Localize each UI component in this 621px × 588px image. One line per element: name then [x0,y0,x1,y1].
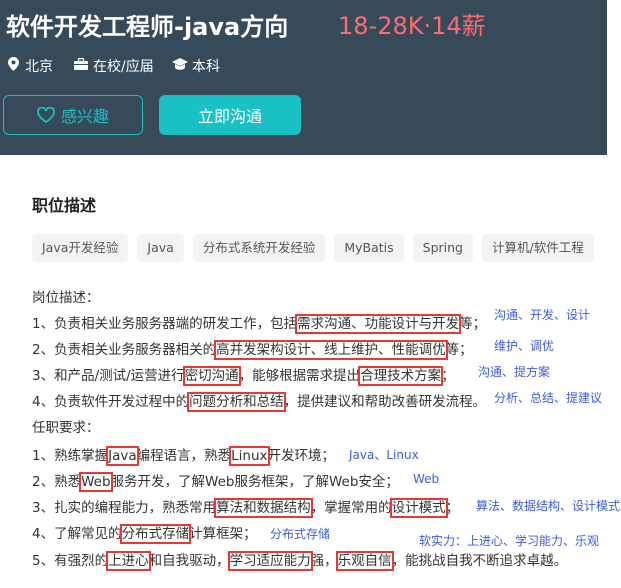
highlight: 上进心 [106,551,151,571]
annotation-note: 分布式存储 [270,527,331,541]
skill-tag[interactable]: 计算机/软件工程 [481,234,594,262]
interest-button[interactable]: 感兴趣 [3,95,143,135]
annotation-note: Web [413,472,440,486]
job-header: 软件开发工程师-java方向 18-28K·14薪 北京 在校/应届 本科 感兴… [0,0,607,155]
skill-tag[interactable]: Java [137,234,184,262]
status-meta: 在校/应届 [73,56,154,76]
annotation-note: 分析、总结、提建议 [494,391,603,405]
heart-icon [37,107,55,123]
right-gutter [607,0,621,574]
highlight: 学习适应能力 [227,551,313,571]
annotation-note: 沟通、开发、设计 [494,308,591,322]
skill-tag[interactable]: Spring [412,234,473,262]
req-line-3: 3、扎实的编程能力，熟悉常用算法和数据结构，掌握常用的设计模式； [32,498,460,518]
annotation-note: 维护、调优 [494,339,555,353]
skill-tag[interactable]: MyBatis [334,234,404,262]
desc-line-1: 1、负责相关业务服务器端的研发工作，包括需求沟通、功能设计与开发等； [32,314,487,334]
job-title: 软件开发工程师-java方向 [6,13,289,41]
highlight: 密切沟通 [182,366,241,386]
skill-tags: Java开发经验 Java 分布式系统开发经验 MyBatis Spring 计… [32,234,603,262]
req-line-2: 2、熟悉Web服务开发，了解Web服务框架，了解Web安全； [32,472,399,492]
highlight: 问题分析和总结 [187,392,286,412]
annotation-note: 软实力：上进心、学习能力、乐观 [419,534,600,548]
req-line-4: 4、了解常见的分布式存储计算框架； [32,524,257,544]
highlight: 算法和数据结构 [214,498,313,518]
highlight: 分布式存储 [119,524,192,544]
highlight: 合理技术方案 [358,366,444,386]
briefcase-icon [73,57,89,74]
salary: 18-28K·14薪 [338,12,486,40]
degree-text: 本科 [192,59,220,75]
req-line-5: 5、有强烈的上进心和自我驱动，学习适应能力强，乐观自信，能挑战自我不断追求卓越。 [32,551,568,571]
highlight: Linux [229,446,270,466]
annotation-note: 算法、数据结构、设计模式 [476,499,621,513]
location-text: 北京 [25,59,53,75]
highlight: 需求沟通、功能设计与开发 [295,314,462,334]
status-text: 在校/应届 [93,59,154,75]
location-pin-icon [5,57,21,75]
desc-line-3: 3、和产品/测试/运营进行密切沟通，能够根据需求提出合理技术方案； [32,366,455,386]
highlight: 高并发架构设计、线上维护、性能调优 [214,340,448,360]
interest-label: 感兴趣 [60,107,109,126]
annotation-note: Java、Linux [349,448,419,462]
desc-line-2: 2、负责相关业务服务器相关的高并发架构设计、线上维护、性能调优等； [32,340,473,360]
degree-meta: 本科 [172,56,220,76]
graduation-cap-icon [172,58,188,74]
skill-tag[interactable]: Java开发经验 [32,234,129,262]
req-heading: 任职要求： [32,420,100,436]
highlight: 设计模式 [389,498,448,518]
desc-heading: 岗位描述： [32,290,100,306]
skill-tag[interactable]: 分布式系统开发经验 [192,234,326,262]
highlight: Web [79,472,113,492]
chat-now-button[interactable]: 立即沟通 [159,95,301,135]
req-line-1: 1、熟练掌握Java编程语言，熟悉Linux开发环境； [32,446,335,466]
annotation-note: 沟通、提方案 [478,365,551,379]
highlight: 乐观自信 [335,551,394,571]
location-meta: 北京 [5,56,53,76]
desc-line-4: 4、负责软件开发过程中的问题分析和总结，提供建议和帮助改善研发流程。 [32,392,487,412]
section-title: 职位描述 [32,196,97,215]
highlight: Java [106,446,139,466]
